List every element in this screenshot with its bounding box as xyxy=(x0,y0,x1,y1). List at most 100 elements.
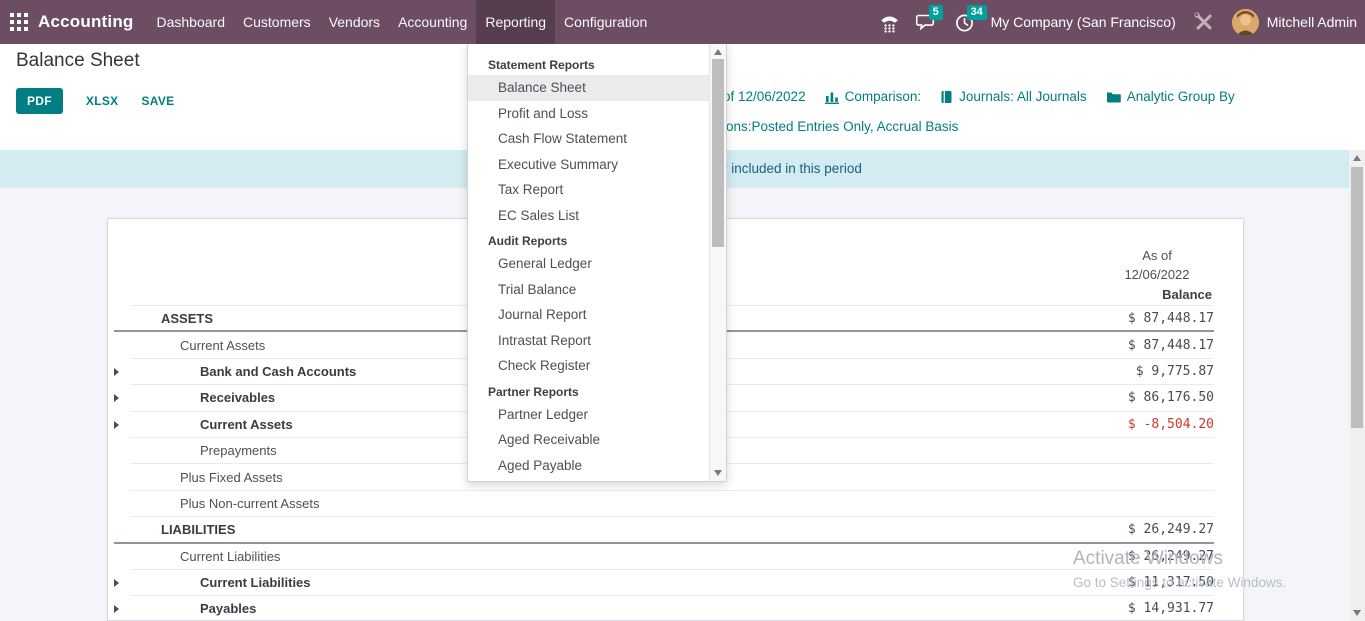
row-label: Plus Fixed Assets xyxy=(130,470,283,485)
expand-caret-icon[interactable] xyxy=(114,421,119,429)
messages-badge: 5 xyxy=(929,5,943,20)
menu-item-intrastat-report[interactable]: Intrastat Report xyxy=(468,328,709,354)
dropdown-scrollbar[interactable] xyxy=(709,44,726,481)
table-row-payables[interactable]: Payables $ 14,931.77 xyxy=(130,596,1214,621)
comparison-filter[interactable]: Comparison: xyxy=(825,89,922,104)
row-label: Prepayments xyxy=(130,443,277,458)
period-date: 12/06/2022 xyxy=(1102,265,1212,284)
table-row-current-liabilities[interactable]: Current Liabilities $ 26,249.27 xyxy=(130,544,1214,570)
row-label: ASSETS xyxy=(130,311,213,326)
period-column-header: As of 12/06/2022 xyxy=(1102,246,1212,284)
expand-caret-icon[interactable] xyxy=(114,605,119,613)
scroll-down-icon[interactable] xyxy=(714,470,722,476)
expand-caret-icon[interactable] xyxy=(114,368,119,376)
options-filter[interactable]: ions:Posted Entries Only, Accrual Basis xyxy=(723,119,958,134)
row-label: Current Liabilities xyxy=(130,549,280,564)
activities-badge: 34 xyxy=(967,5,987,20)
menu-item-general-ledger[interactable]: General Ledger xyxy=(468,251,709,277)
table-row-liabilities[interactable]: LIABILITIES $ 26,249.27 xyxy=(130,517,1214,543)
dropdown-scrollbar-thumb[interactable] xyxy=(712,59,724,247)
row-label: LIABILITIES xyxy=(130,522,235,537)
company-switcher[interactable]: My Company (San Francisco) xyxy=(991,14,1176,30)
period-label: As of xyxy=(1102,246,1212,265)
voip-phone-icon[interactable] xyxy=(879,12,900,33)
menu-item-partner-ledger[interactable]: Partner Ledger xyxy=(468,402,709,428)
app-title[interactable]: Accounting xyxy=(38,12,134,32)
options-label: ions:Posted Entries Only, Accrual Basis xyxy=(723,119,958,134)
menu-item-journal-report[interactable]: Journal Report xyxy=(468,302,709,328)
nav-menu: Dashboard Customers Vendors Accounting R… xyxy=(148,0,657,44)
analytic-label: Analytic Group By xyxy=(1127,89,1235,104)
nav-item-configuration[interactable]: Configuration xyxy=(555,0,656,44)
row-value: $ 11,317.50 xyxy=(1128,575,1214,590)
row-value: $ 87,448.17 xyxy=(1128,311,1214,326)
expand-caret-icon[interactable] xyxy=(114,394,119,402)
menu-item-tax-report[interactable]: Tax Report xyxy=(468,177,709,203)
nav-item-reporting[interactable]: Reporting xyxy=(476,0,555,44)
analytic-filter[interactable]: Analytic Group By xyxy=(1106,89,1235,104)
row-label: Payables xyxy=(130,601,256,616)
row-value-negative: $ -8,504.20 xyxy=(1128,417,1214,432)
balance-column-header: Balance xyxy=(1102,287,1212,302)
menu-item-check-register[interactable]: Check Register xyxy=(468,353,709,379)
menu-item-balance-sheet[interactable]: Balance Sheet xyxy=(468,75,709,101)
row-label: Current Assets xyxy=(130,417,293,432)
page-scrollbar[interactable] xyxy=(1349,150,1365,621)
pdf-button[interactable]: PDF xyxy=(16,88,63,114)
nav-item-vendors[interactable]: Vendors xyxy=(320,0,389,44)
reporting-menu-list: Statement Reports Balance Sheet Profit a… xyxy=(468,44,709,481)
table-row-noncurrent-assets[interactable]: Plus Non-current Assets xyxy=(130,491,1214,517)
nav-item-customers[interactable]: Customers xyxy=(234,0,320,44)
scroll-down-icon[interactable] xyxy=(1353,610,1361,616)
row-value: $ 86,176.50 xyxy=(1128,390,1214,405)
journal-book-icon xyxy=(940,90,953,104)
messages-icon[interactable]: 5 xyxy=(916,12,938,32)
menu-item-aged-receivable[interactable]: Aged Receivable xyxy=(468,427,709,453)
menu-item-trial-balance[interactable]: Trial Balance xyxy=(468,277,709,303)
reporting-dropdown-menu: Statement Reports Balance Sheet Profit a… xyxy=(467,44,727,482)
nav-systray: 5 34 My Company (San Francisco) xyxy=(879,0,1365,44)
debug-tools-icon[interactable] xyxy=(1192,10,1216,34)
date-filter[interactable]: of 12/06/2022 xyxy=(723,89,806,104)
menu-item-aged-payable[interactable]: Aged Payable xyxy=(468,453,709,479)
journals-filter[interactable]: Journals: All Journals xyxy=(940,89,1087,104)
scroll-up-icon[interactable] xyxy=(714,49,722,55)
row-value: $ 26,249.27 xyxy=(1128,549,1214,564)
xlsx-button[interactable]: XLSX xyxy=(86,94,119,108)
menu-section-audit-reports: Audit Reports xyxy=(468,228,709,251)
menu-item-cash-flow-statement[interactable]: Cash Flow Statement xyxy=(468,126,709,152)
top-navbar: Accounting Dashboard Customers Vendors A… xyxy=(0,0,1365,44)
table-row-current-liabilities-detail[interactable]: Current Liabilities $ 11,317.50 xyxy=(130,570,1214,596)
app-switcher[interactable]: Accounting xyxy=(0,0,134,44)
menu-item-executive-summary[interactable]: Executive Summary xyxy=(468,152,709,178)
row-label: Plus Non-current Assets xyxy=(130,496,319,511)
row-label: Current Assets xyxy=(130,338,265,353)
row-value: $ 9,775.87 xyxy=(1136,364,1214,379)
activities-clock-icon[interactable]: 34 xyxy=(954,12,975,33)
date-filter-label: of 12/06/2022 xyxy=(723,89,806,104)
user-name: Mitchell Admin xyxy=(1267,14,1357,30)
expand-caret-icon[interactable] xyxy=(114,579,119,587)
menu-section-partner-reports: Partner Reports xyxy=(468,379,709,402)
journals-label: Journals: All Journals xyxy=(959,89,1087,104)
export-buttons: PDF XLSX SAVE xyxy=(16,88,174,114)
row-label: Receivables xyxy=(130,390,275,405)
user-avatar xyxy=(1232,9,1259,36)
menu-item-profit-and-loss[interactable]: Profit and Loss xyxy=(468,101,709,127)
menu-section-statement-reports: Statement Reports xyxy=(468,52,709,75)
row-label: Current Liabilities xyxy=(130,575,311,590)
row-value: $ 14,931.77 xyxy=(1128,601,1214,616)
folder-icon xyxy=(1106,91,1121,103)
scroll-up-icon[interactable] xyxy=(1353,155,1361,161)
row-value: $ 26,249.27 xyxy=(1128,522,1214,537)
alert-message[interactable]: r included in this period xyxy=(723,161,862,176)
menu-item-ec-sales-list[interactable]: EC Sales List xyxy=(468,203,709,229)
apps-grid-icon[interactable] xyxy=(10,13,28,31)
row-value: $ 87,448.17 xyxy=(1128,338,1214,353)
page-scrollbar-thumb[interactable] xyxy=(1351,167,1363,428)
user-menu[interactable]: Mitchell Admin xyxy=(1232,9,1357,36)
nav-item-dashboard[interactable]: Dashboard xyxy=(148,0,235,44)
save-button[interactable]: SAVE xyxy=(141,94,174,108)
nav-item-accounting[interactable]: Accounting xyxy=(389,0,476,44)
bar-chart-icon xyxy=(825,90,839,104)
